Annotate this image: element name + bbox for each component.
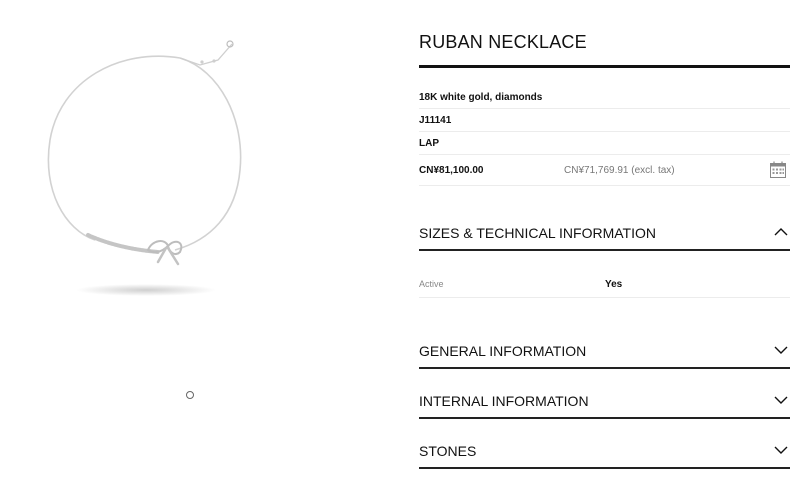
category-row: LAP — [419, 131, 790, 155]
page-title: RUBAN NECKLACE — [419, 32, 587, 52]
detail-row-active: Active Yes — [419, 274, 790, 298]
section-sizes-technical[interactable]: SIZES & TECHNICAL INFORMATION — [419, 215, 790, 251]
reference-text: J11141 — [419, 115, 452, 126]
section-internal-information[interactable]: INTERNAL INFORMATION — [419, 383, 790, 419]
carousel-dot[interactable] — [186, 391, 194, 399]
section-general-label: GENERAL INFORMATION — [419, 343, 587, 359]
material-row: 18K white gold, diamonds — [419, 85, 790, 109]
chevron-down-icon[interactable] — [774, 345, 788, 355]
price-excl-tax: CN¥71,769.91 (excl. tax) — [564, 165, 675, 176]
detail-key: Active — [419, 279, 444, 289]
section-internal-label: INTERNAL INFORMATION — [419, 393, 589, 409]
chevron-up-icon[interactable] — [774, 227, 788, 237]
section-stones-label: STONES — [419, 443, 477, 459]
necklace-image — [47, 40, 242, 296]
detail-value: Yes — [605, 279, 623, 290]
section-stones[interactable]: STONES — [419, 433, 790, 469]
title-divider — [419, 65, 790, 68]
section-general-information[interactable]: GENERAL INFORMATION — [419, 333, 790, 369]
product-media — [0, 0, 380, 487]
material-text: 18K white gold, diamonds — [419, 92, 543, 103]
chevron-down-icon[interactable] — [774, 395, 788, 405]
section-sizes-label: SIZES & TECHNICAL INFORMATION — [419, 225, 656, 241]
chevron-down-icon[interactable] — [774, 445, 788, 455]
price: CN¥81,100.00 — [419, 165, 484, 176]
calendar-icon[interactable] — [770, 161, 786, 178]
price-row: CN¥81,100.00 CN¥71,769.91 (excl. tax) — [419, 156, 790, 186]
category-text: LAP — [419, 138, 439, 149]
reference-row: J11141 — [419, 108, 790, 132]
